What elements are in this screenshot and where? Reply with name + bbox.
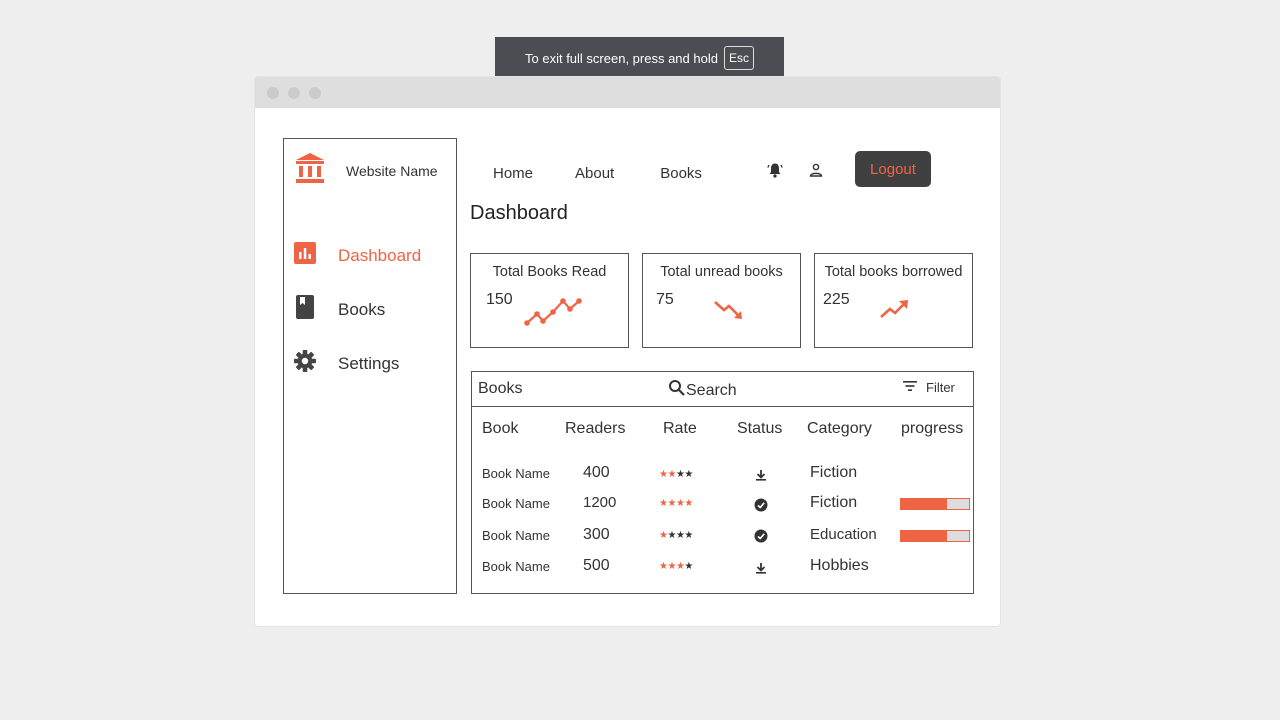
star-icon: ★ bbox=[667, 498, 676, 509]
sidebar-item-dashboard[interactable]: Dashboard bbox=[294, 242, 421, 269]
trending-up-icon bbox=[880, 300, 908, 318]
column-header-progress[interactable]: progress bbox=[901, 420, 963, 438]
star-icon: ★ bbox=[684, 469, 693, 480]
gear-icon bbox=[294, 349, 316, 378]
rating-stars: ★★★★ bbox=[659, 561, 693, 572]
download-icon[interactable] bbox=[753, 560, 768, 575]
star-icon: ★ bbox=[684, 561, 693, 572]
progress-bar bbox=[900, 530, 970, 542]
website-name: Website Name bbox=[346, 163, 438, 179]
star-icon: ★ bbox=[667, 530, 676, 541]
star-icon: ★ bbox=[667, 561, 676, 572]
books-panel-title: Books bbox=[478, 380, 523, 397]
column-header-rate[interactable]: Rate bbox=[663, 420, 697, 438]
up-line-chart-icon bbox=[524, 298, 582, 326]
stat-card-title: Total Books Read bbox=[492, 264, 607, 280]
sidebar-item-books[interactable]: Books bbox=[294, 295, 385, 324]
browser-window: Website Name Dashboard Books Settings Ho… bbox=[254, 76, 1001, 627]
table-row-book-name[interactable]: Book Name bbox=[482, 559, 550, 574]
books-panel-header: Books Search Filter bbox=[472, 372, 974, 407]
column-header-category[interactable]: Category bbox=[807, 420, 872, 438]
book-icon bbox=[294, 295, 316, 324]
sidebar-item-settings[interactable]: Settings bbox=[294, 349, 399, 378]
stat-card-value: 75 bbox=[656, 291, 674, 308]
table-row-readers: 500 bbox=[583, 557, 610, 574]
table-row-book-name[interactable]: Book Name bbox=[482, 466, 550, 481]
nav-link-books[interactable]: Books bbox=[660, 165, 702, 182]
brand[interactable]: Website Name bbox=[295, 153, 438, 189]
rating-stars: ★★★★ bbox=[659, 530, 693, 541]
progress-fill bbox=[901, 531, 948, 541]
table-row-book-name[interactable]: Book Name bbox=[482, 528, 550, 543]
column-header-readers[interactable]: Readers bbox=[565, 420, 625, 438]
table-row-readers: 1200 bbox=[583, 494, 617, 511]
column-header-book[interactable]: Book bbox=[482, 420, 518, 438]
fullscreen-exit-banner: To exit full screen, press and hold Esc bbox=[495, 37, 784, 79]
search-icon bbox=[668, 379, 686, 402]
table-row-category: Fiction bbox=[810, 464, 858, 481]
notification-bell-icon[interactable] bbox=[766, 161, 784, 179]
table-row-category: Hobbies bbox=[810, 557, 869, 574]
esc-key-hint: Esc bbox=[723, 46, 754, 70]
top-nav: Home About Books bbox=[493, 161, 702, 185]
star-icon: ★ bbox=[684, 498, 693, 509]
table-row-book-name[interactable]: Book Name bbox=[482, 496, 550, 511]
table-row-category: Fiction bbox=[810, 494, 858, 511]
filter-label: Filter bbox=[926, 380, 955, 395]
window-minimize-dot[interactable] bbox=[288, 86, 300, 99]
rating-stars: ★★★★ bbox=[659, 469, 693, 480]
check-circle-icon[interactable] bbox=[753, 497, 768, 512]
download-icon[interactable] bbox=[753, 467, 768, 482]
filter-button[interactable]: Filter bbox=[902, 380, 955, 395]
stat-card-value: 150 bbox=[486, 291, 513, 308]
table-row-category: Education bbox=[810, 526, 877, 543]
filter-icon bbox=[902, 380, 926, 395]
user-icon[interactable] bbox=[807, 161, 825, 179]
check-circle-icon[interactable] bbox=[753, 528, 768, 543]
bar-chart-icon bbox=[294, 242, 316, 269]
table-row-readers: 400 bbox=[583, 464, 610, 481]
nav-link-home[interactable]: Home bbox=[493, 165, 533, 182]
star-icon: ★ bbox=[667, 469, 676, 480]
nav-link-about[interactable]: About bbox=[575, 165, 614, 182]
progress-bar bbox=[900, 498, 970, 510]
star-icon: ★ bbox=[684, 530, 693, 541]
sidebar-item-label: Books bbox=[338, 299, 386, 319]
logout-button[interactable]: Logout bbox=[855, 151, 931, 187]
column-header-status[interactable]: Status bbox=[737, 420, 782, 438]
sidebar-item-label: Settings bbox=[338, 353, 400, 373]
progress-fill bbox=[901, 499, 948, 509]
window-close-dot[interactable] bbox=[267, 86, 279, 99]
stat-card-books-borrowed: Total books borrowed 225 bbox=[814, 253, 973, 348]
window-titlebar bbox=[255, 77, 1000, 108]
rating-stars: ★★★★ bbox=[659, 498, 693, 509]
stat-card-title: Total books borrowed bbox=[824, 264, 963, 280]
books-table-panel: Books Search Filter Book Readers Rate St… bbox=[471, 371, 974, 594]
trending-down-icon bbox=[714, 301, 742, 319]
stat-card-books-read: Total Books Read 150 bbox=[470, 253, 629, 348]
sidebar: Website Name Dashboard Books Settings bbox=[283, 138, 457, 594]
page-title: Dashboard bbox=[470, 202, 568, 224]
stat-card-unread-books: Total unread books 75 bbox=[642, 253, 801, 348]
stat-card-title: Total unread books bbox=[660, 264, 783, 280]
table-row-readers: 300 bbox=[583, 526, 610, 543]
bank-icon bbox=[295, 153, 325, 189]
stat-card-value: 225 bbox=[823, 291, 850, 308]
window-maximize-dot[interactable] bbox=[309, 86, 321, 99]
sidebar-item-label: Dashboard bbox=[338, 245, 422, 265]
search-label: Search bbox=[686, 381, 737, 399]
search-input[interactable]: Search bbox=[668, 379, 737, 402]
fullscreen-banner-text: To exit full screen, press and hold bbox=[525, 50, 718, 66]
